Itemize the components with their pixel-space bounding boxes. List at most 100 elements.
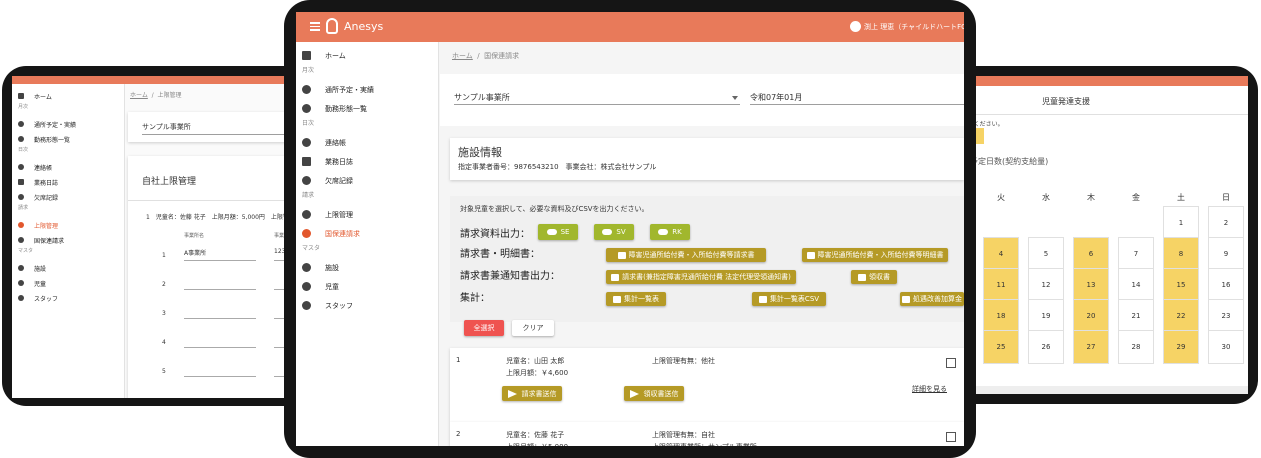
sidebar-item[interactable]: ホーム: [12, 88, 124, 103]
sidebar-item-label: ホーム: [325, 52, 346, 60]
calendar-day[interactable]: 12: [1028, 268, 1064, 302]
print-icon: [806, 251, 815, 259]
invoice-detail-button[interactable]: 障害児通所給付費・入所給付費等明細書: [802, 248, 948, 262]
breadcrumb-home[interactable]: ホーム: [452, 52, 473, 60]
send-receipt-button[interactable]: 領収書送信: [624, 386, 684, 401]
calendar-day[interactable]: [983, 206, 1019, 240]
csv-rk-button[interactable]: RK: [650, 224, 690, 240]
sidebar-item[interactable]: ホーム: [296, 46, 438, 65]
provider-input[interactable]: [184, 306, 256, 319]
calendar-day[interactable]: 1: [1163, 206, 1199, 240]
calendar-day[interactable]: 16: [1208, 268, 1244, 302]
calendar-day[interactable]: 21: [1118, 299, 1154, 333]
calendar-day[interactable]: 9: [1208, 237, 1244, 271]
limit-provider: 上限管理事業所：サンプル事業所: [652, 442, 757, 446]
calendar-day[interactable]: 6: [1073, 237, 1109, 271]
month-input[interactable]: 令和07年01月: [750, 92, 802, 103]
calendar-day[interactable]: [1118, 206, 1154, 240]
calendar-day[interactable]: 29: [1163, 330, 1199, 364]
sidebar-item[interactable]: 国保連請求: [296, 224, 438, 243]
calendar-day[interactable]: 7: [1118, 237, 1154, 271]
sidebar-item[interactable]: 児童: [296, 277, 438, 296]
sidebar-item[interactable]: 欠席記録: [12, 189, 124, 204]
left-facility-select[interactable]: サンプル事業所: [142, 122, 191, 132]
weekday-label: 日: [1222, 193, 1230, 202]
clear-button[interactable]: クリア: [512, 320, 554, 336]
user-label[interactable]: 渕上 理恵（チャイルドハートFC本部）: [864, 22, 964, 32]
calendar-day[interactable]: 8: [1163, 237, 1199, 271]
sidebar-item[interactable]: 業務日誌: [296, 152, 438, 171]
breadcrumb-home[interactable]: ホーム: [130, 92, 148, 99]
notice-invoice-button[interactable]: 請求書(兼指定障害児通所給付費 法定代理受領通知書): [606, 270, 796, 284]
absence-icon: [302, 176, 311, 185]
calendar-day[interactable]: 18: [983, 299, 1019, 333]
calendar-day[interactable]: 20: [1073, 299, 1109, 333]
sidebar-item[interactable]: 上限管理: [296, 205, 438, 224]
sidebar-section-label: 日次: [302, 120, 315, 127]
calendar-day[interactable]: 30: [1208, 330, 1244, 364]
sidebar-item[interactable]: 欠席記録: [296, 171, 438, 190]
select-checkbox[interactable]: [946, 432, 956, 442]
invoice-request-button[interactable]: 障害児通所給付費・入所給付費等請求書: [606, 248, 766, 262]
calendar-day[interactable]: [1073, 206, 1109, 240]
calendar-day[interactable]: 4: [983, 237, 1019, 271]
calendar-day[interactable]: 22: [1163, 299, 1199, 333]
csv-label: 請求資料出力：: [460, 229, 530, 240]
button-label: 集計一覧表CSV: [769, 295, 820, 303]
calendar-day[interactable]: 27: [1073, 330, 1109, 364]
sidebar-item-label: 上限管理: [325, 211, 353, 219]
calendar-day[interactable]: 23: [1208, 299, 1244, 333]
csv-se-button[interactable]: SE: [538, 224, 578, 240]
provider-input[interactable]: [184, 335, 256, 348]
select-all-button[interactable]: 全選択: [464, 320, 504, 336]
account-icon[interactable]: [850, 21, 861, 32]
treatment-improvement-button[interactable]: 処遇改善加算金: [900, 292, 964, 306]
receipt-button[interactable]: 領収書: [851, 270, 897, 284]
sidebar-item[interactable]: 国保連請求: [12, 232, 124, 247]
calendar-day[interactable]: 19: [1028, 299, 1064, 333]
sidebar-item[interactable]: 通所予定・実績: [12, 116, 124, 131]
sidebar-item[interactable]: 通所予定・実績: [296, 80, 438, 99]
sidebar-item[interactable]: 施設: [296, 258, 438, 277]
child-name: 児童名：佐藤 花子: [506, 431, 565, 439]
app-logo-icon: [326, 18, 338, 34]
calendar-day[interactable]: 25: [983, 330, 1019, 364]
sidebar-item[interactable]: スタッフ: [296, 296, 438, 315]
sidebar-item[interactable]: 勤務形態一覧: [12, 131, 124, 146]
send-invoice-button[interactable]: 請求書送信: [502, 386, 562, 401]
sidebar-item[interactable]: 業務日誌: [12, 174, 124, 189]
provider-input[interactable]: [184, 364, 256, 377]
select-underline: [454, 104, 740, 105]
summary-csv-button[interactable]: 集計一覧表CSV: [752, 292, 826, 306]
sidebar-item[interactable]: 勤務形態一覧: [296, 99, 438, 118]
sidebar-item[interactable]: 連絡帳: [12, 159, 124, 174]
summary-list-button[interactable]: 集計一覧表: [606, 292, 666, 306]
sidebar-item[interactable]: 連絡帳: [296, 133, 438, 152]
calendar-day[interactable]: 28: [1118, 330, 1154, 364]
provider-input[interactable]: A事業所: [184, 248, 256, 261]
provider-input[interactable]: [184, 277, 256, 290]
chevron-down-icon[interactable]: [732, 96, 738, 100]
calendar-day[interactable]: 14: [1118, 268, 1154, 302]
menu-icon[interactable]: [310, 22, 320, 31]
center-screen: Anesys 渕上 理恵（チャイルドハートFC本部） ホーム月次通所予定・実績勤…: [296, 12, 964, 446]
calendar-day[interactable]: 15: [1163, 268, 1199, 302]
calendar-day[interactable]: 11: [983, 268, 1019, 302]
calendar-day[interactable]: 5: [1028, 237, 1064, 271]
detail-link[interactable]: 詳細を見る: [912, 384, 947, 394]
sidebar-item-label: 連絡帳: [34, 164, 53, 172]
select-checkbox[interactable]: [946, 358, 956, 368]
calendar-day[interactable]: 2: [1208, 206, 1244, 240]
sidebar-item[interactable]: スタッフ: [12, 290, 124, 305]
calendar-day[interactable]: 26: [1028, 330, 1064, 364]
csv-sv-button[interactable]: SV: [594, 224, 634, 240]
sidebar-item[interactable]: 児童: [12, 275, 124, 290]
calendar-day[interactable]: [1028, 206, 1064, 240]
facility-select[interactable]: サンプル事業所: [454, 92, 510, 103]
sidebar-item[interactable]: 上限管理: [12, 217, 124, 232]
facility-info-detail: 指定事業者番号：9876543210 事業会社：株式会社サンプル: [458, 163, 657, 171]
calendar-day[interactable]: 13: [1073, 268, 1109, 302]
sidebar-item[interactable]: 施設: [12, 260, 124, 275]
row-number: 2: [162, 281, 166, 288]
print-icon: [611, 273, 620, 281]
